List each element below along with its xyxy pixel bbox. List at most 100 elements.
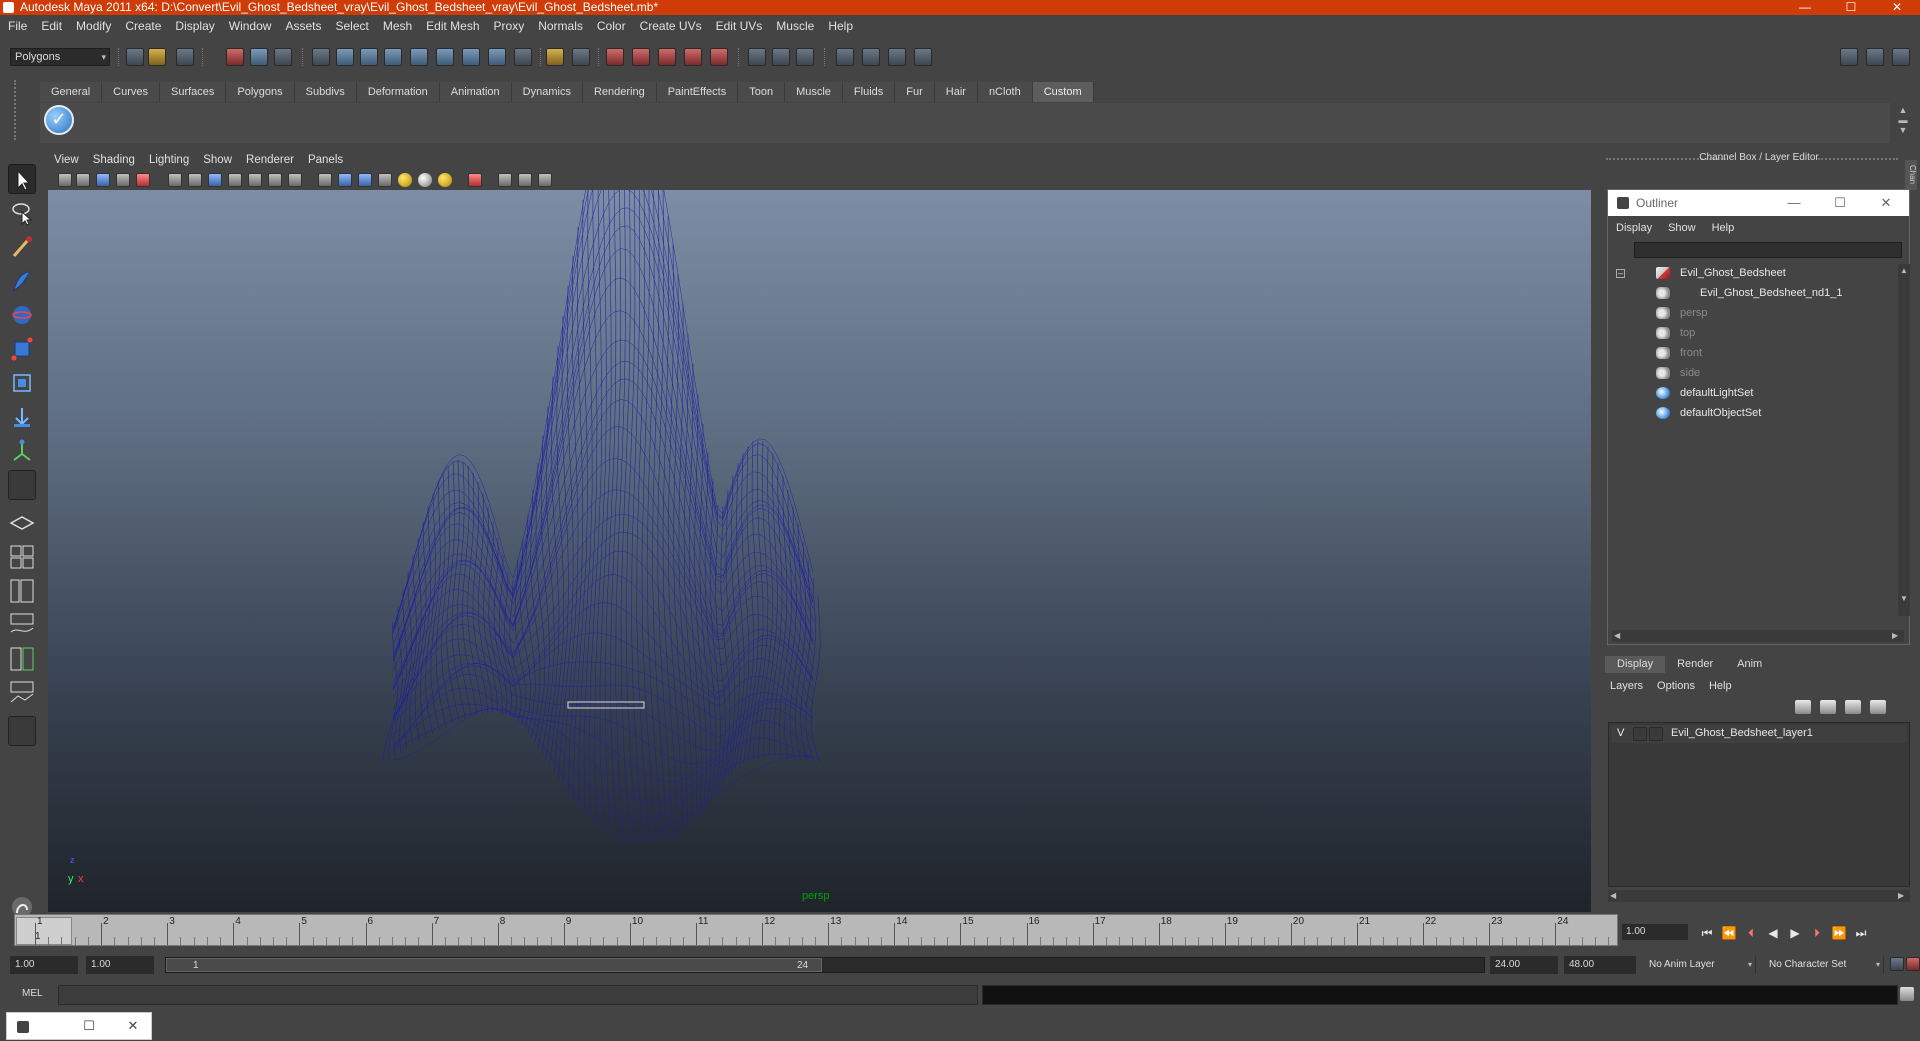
menu-select[interactable]: Select (335, 19, 368, 33)
input-ops-icon[interactable] (748, 48, 766, 66)
shelf-menu-icon[interactable]: ▬ (1896, 115, 1910, 125)
mel-command-input[interactable] (58, 985, 978, 1005)
safe-action-icon[interactable] (268, 173, 282, 187)
shelf-tab-general[interactable]: General (40, 82, 103, 102)
shelf-tab-fur[interactable]: Fur (895, 82, 935, 102)
shelf-handle[interactable] (14, 80, 26, 140)
shelf-scroll[interactable]: ▲ ▬ ▼ (1896, 105, 1910, 141)
shelf-tab-toon[interactable]: Toon (738, 82, 786, 102)
animation-preferences-icon[interactable] (1906, 957, 1920, 971)
viewport-menu-show[interactable]: Show (203, 154, 232, 166)
save-scene-icon[interactable] (176, 48, 194, 66)
menu-window[interactable]: Window (229, 19, 272, 33)
arrow-left-icon[interactable]: ◀ (1614, 631, 1620, 640)
image-plane-icon[interactable] (116, 173, 130, 187)
xray-icon[interactable] (498, 173, 512, 187)
render-view-icon[interactable] (836, 48, 854, 66)
menu-color[interactable]: Color (597, 19, 626, 33)
ipr-render-icon[interactable] (888, 48, 906, 66)
arrow-right-icon[interactable]: ▶ (1898, 891, 1904, 900)
range-slider[interactable]: 1 24 (165, 957, 1485, 973)
menu-create-uvs[interactable]: Create UVs (640, 19, 702, 33)
xray-joints-icon[interactable] (518, 173, 532, 187)
outliner-filter-input[interactable] (1634, 242, 1902, 258)
mel-language-toggle[interactable]: MEL (22, 988, 43, 999)
move-layer-down-icon[interactable] (1820, 700, 1836, 714)
select-hierarchy-icon[interactable] (226, 48, 244, 66)
outliner-item[interactable]: Evil_Ghost_Bedsheet (1608, 264, 1898, 282)
outliner-vertical-scrollbar[interactable]: ▲ ▼ (1898, 264, 1910, 616)
layer-visibility-toggle[interactable]: V (1617, 727, 1624, 739)
shelf-tab-dynamics[interactable]: Dynamics (511, 82, 583, 102)
outliner-item[interactable]: top (1608, 324, 1898, 342)
select-joints-icon[interactable] (360, 48, 378, 66)
viewport-menu-renderer[interactable]: Renderer (246, 154, 294, 166)
move-layer-up-icon[interactable] (1795, 700, 1811, 714)
render-current-frame-icon[interactable] (862, 48, 880, 66)
outliner-item[interactable]: front (1608, 344, 1898, 362)
menu-create[interactable]: Create (125, 19, 161, 33)
outliner-menu-display[interactable]: Display (1616, 222, 1652, 234)
four-view-layout-icon[interactable] (8, 542, 36, 572)
shelf-tab-rendering[interactable]: Rendering (582, 82, 657, 102)
bookmarks-icon[interactable] (96, 173, 110, 187)
snap-point-icon[interactable] (658, 48, 676, 66)
menu-file[interactable]: File (8, 19, 27, 33)
lasso-tool-icon[interactable] (8, 198, 36, 228)
hypershade-layout-icon[interactable] (8, 644, 36, 674)
shelf-tab-curves[interactable]: Curves (102, 82, 160, 102)
soft-modification-icon[interactable] (8, 402, 36, 432)
make-live-icon[interactable] (710, 48, 728, 66)
menu-edit[interactable]: Edit (41, 19, 62, 33)
end-time-field[interactable]: 48.00 (1564, 956, 1636, 974)
range-slider-handle[interactable]: 1 24 (166, 958, 822, 972)
anim-layer-dropdown[interactable]: No Anim Layer ▾ (1644, 956, 1756, 974)
snap-curve-icon[interactable] (632, 48, 650, 66)
playback-start-field[interactable]: 1.00 (86, 956, 154, 974)
isolate-select-icon[interactable] (468, 173, 482, 187)
start-time-field[interactable]: 1.00 (10, 956, 78, 974)
grease-pencil-icon[interactable] (136, 173, 150, 187)
layer-tab-anim[interactable]: Anim (1725, 656, 1775, 673)
select-deformations-icon[interactable] (436, 48, 454, 66)
construction-history-icon[interactable] (796, 48, 814, 66)
step-back-key-icon[interactable]: ⏪ (1718, 924, 1740, 942)
channel-box-side-tab[interactable]: Chan (1905, 160, 1917, 190)
step-forward-key-icon[interactable]: ⏩ (1828, 924, 1850, 942)
script-editor-icon[interactable] (1900, 987, 1914, 1001)
minimize-button[interactable]: — (1782, 0, 1828, 15)
maximize-button[interactable]: ☐ (1828, 0, 1874, 15)
layer-menu-layers[interactable]: Layers (1610, 680, 1643, 692)
go-to-start-icon[interactable]: ⏮ (1696, 924, 1718, 942)
close-button[interactable]: ✕ (125, 1018, 141, 1036)
menu-display[interactable]: Display (175, 19, 214, 33)
layer-color-swatch[interactable] (1649, 727, 1663, 741)
current-time-field[interactable]: 1.00 (1622, 924, 1688, 940)
shelf-tab-animation[interactable]: Animation (439, 82, 512, 102)
xray-components-icon[interactable] (538, 173, 552, 187)
panel-handle[interactable] (1818, 158, 1898, 160)
show-manipulator-icon[interactable] (8, 436, 36, 466)
select-object-icon[interactable] (250, 48, 268, 66)
paint-select-tool-icon[interactable] (8, 232, 36, 262)
show-channel-box-icon[interactable] (1892, 48, 1910, 66)
select-curves-icon[interactable] (384, 48, 402, 66)
viewport-menu-lighting[interactable]: Lighting (149, 154, 189, 166)
wireframe-on-shaded-icon[interactable] (358, 173, 372, 187)
layer-menu-options[interactable]: Options (1657, 680, 1695, 692)
outliner-item[interactable]: Evil_Ghost_Bedsheet_nd1_1 (1608, 284, 1898, 302)
last-tool-icon[interactable] (8, 470, 36, 500)
step-forward-frame-icon[interactable]: ⏵ (1806, 924, 1828, 942)
time-slider[interactable]: 1 1 2 3 4 5 6 7 8 9 10 11 12 13 14 15 16 17 18 19 20 21 22 23 2… (14, 914, 1618, 946)
shelf-tab-custom[interactable]: Custom (1032, 82, 1094, 102)
menu-assets[interactable]: Assets (285, 19, 321, 33)
viewport-menu-shading[interactable]: Shading (93, 154, 135, 166)
select-rendering-icon[interactable] (488, 48, 506, 66)
outliner-close-button[interactable]: ✕ (1863, 190, 1909, 216)
shelf-tab-ncloth[interactable]: nCloth (977, 82, 1033, 102)
menu-edit-uvs[interactable]: Edit UVs (716, 19, 763, 33)
shelf-tab-polygons[interactable]: Polygons (226, 82, 295, 102)
layer-tab-render[interactable]: Render (1665, 656, 1726, 673)
output-ops-icon[interactable] (772, 48, 790, 66)
move-tool-icon[interactable] (8, 266, 36, 296)
